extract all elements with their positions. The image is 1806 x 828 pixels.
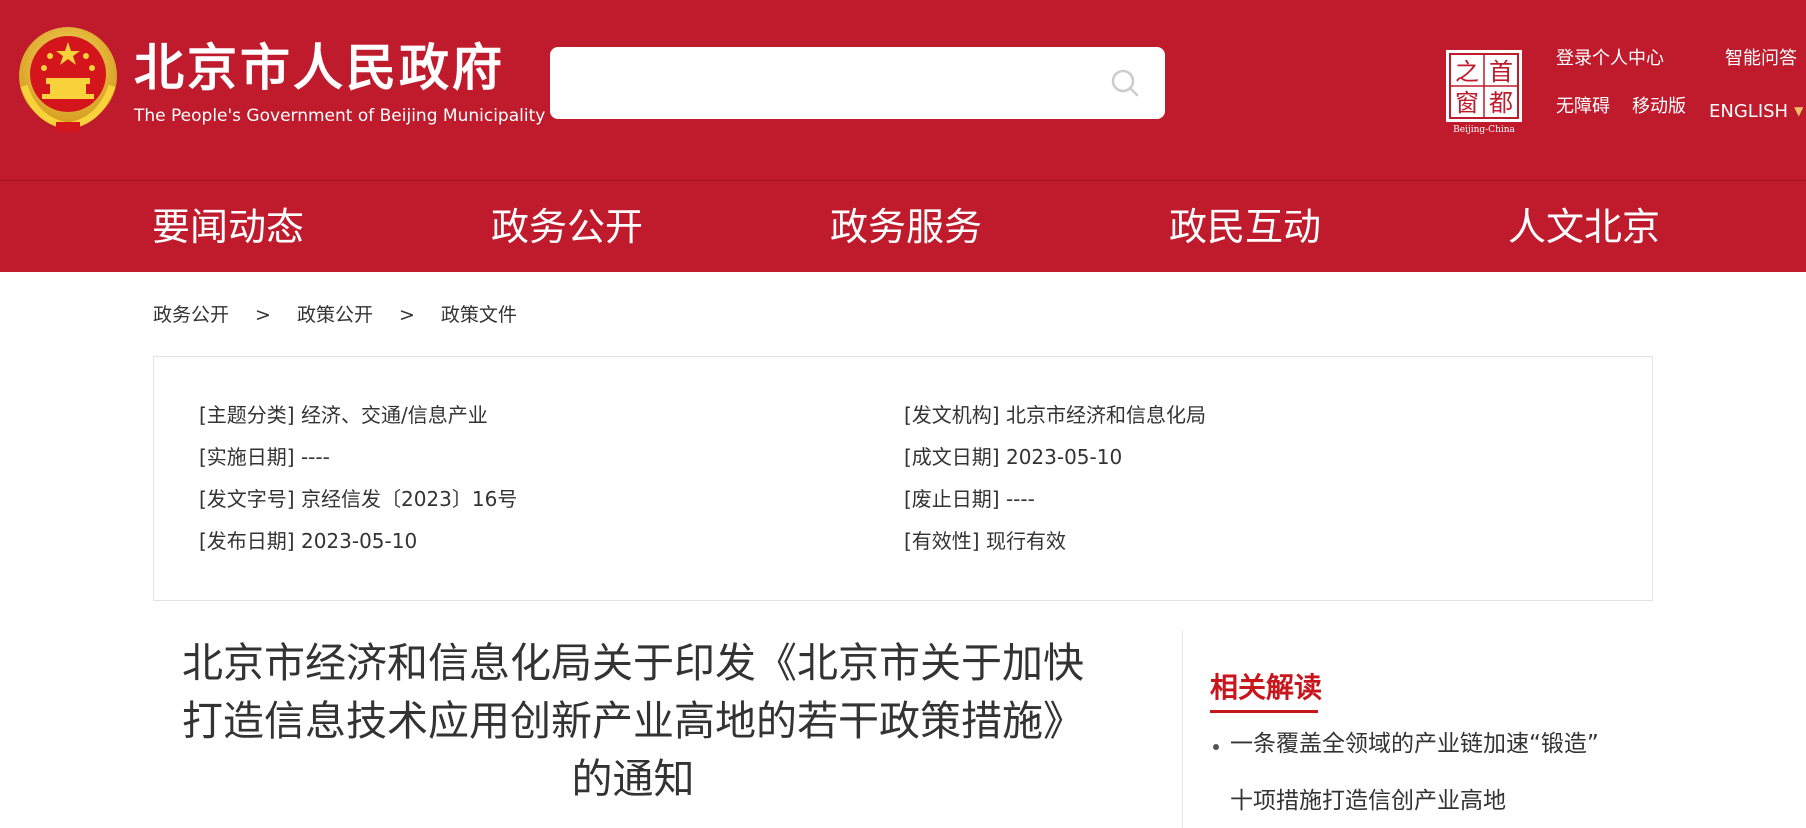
breadcrumb: 政务公开 > 政策公开 > 政策文件 (153, 300, 517, 330)
nav-item-gov-affairs-open[interactable]: 政务公开 (491, 205, 643, 249)
breadcrumb-item[interactable]: 政务公开 (153, 304, 229, 326)
meta-value: 2023-05-10 (1005, 445, 1123, 469)
search-box (550, 47, 1165, 119)
article-title-line: 的通知 (571, 755, 695, 803)
related-interpretation-heading: 相关解读 (1210, 671, 1323, 704)
meta-label: [有效性] (904, 529, 980, 553)
svg-text:都: 都 (1489, 89, 1513, 117)
related-link-continued[interactable]: 十项措施打造信创产业高地 (1230, 785, 1506, 817)
nav-item-news[interactable]: 要闻动态 (152, 205, 304, 249)
national-emblem-icon[interactable] (16, 26, 120, 134)
bullet-icon (1213, 744, 1219, 750)
dropdown-arrow-icon: ▼ (1794, 104, 1804, 118)
article-title-line: 打造信息技术应用创新产业高地的若干政策措施》 (182, 697, 1084, 745)
meta-value: 现行有效 (985, 529, 1066, 553)
breadcrumb-separator: > (398, 304, 415, 326)
site-title[interactable]: 北京市人民政府 (134, 36, 505, 100)
meta-publish-date: [发布日期] 2023-05-10 (199, 527, 417, 555)
site-header: 北京市人民政府 The People's Government of Beiji… (0, 0, 1806, 180)
meta-value: ---- (300, 445, 330, 469)
svg-text:窗: 窗 (1455, 89, 1479, 117)
breadcrumb-item[interactable]: 政策公开 (297, 304, 373, 326)
column-divider (1182, 630, 1183, 828)
meta-value: ---- (1005, 487, 1035, 511)
login-link[interactable]: 登录个人中心 (1556, 47, 1664, 71)
mobile-version-link[interactable]: 移动版 (1632, 95, 1686, 119)
meta-doc-number: [发文字号] 京经信发〔2023〕16号 (199, 485, 517, 513)
meta-label: [主题分类] (199, 403, 295, 427)
nav-item-humanistic-beijing[interactable]: 人文北京 (1508, 205, 1660, 249)
article-title-line: 北京市经济和信息化局关于印发《北京市关于加快 (182, 639, 1084, 687)
site-subtitle: The People's Government of Beijing Munic… (134, 106, 546, 126)
english-label: ENGLISH (1709, 101, 1789, 122)
breadcrumb-item[interactable]: 政策文件 (441, 304, 517, 326)
capital-window-logo[interactable]: 首 之 都 窗 Beijing-China (1444, 48, 1524, 134)
meta-expiry-date: [废止日期] ---- (904, 485, 1035, 513)
article-title: 北京市经济和信息化局关于印发《北京市关于加快 打造信息技术应用创新产业高地的若干… (153, 634, 1113, 808)
english-link[interactable]: ENGLISH ▼ (1709, 99, 1803, 124)
meta-label: [发文机构] (904, 403, 1000, 427)
meta-written-date: [成文日期] 2023-05-10 (904, 443, 1122, 471)
heading-underline (1210, 710, 1318, 713)
svg-text:之: 之 (1455, 58, 1479, 86)
accessibility-link[interactable]: 无障碍 (1556, 95, 1610, 119)
svg-text:Beijing-China: Beijing-China (1453, 125, 1515, 134)
meta-label: [发布日期] (199, 529, 295, 553)
document-metadata-panel: [主题分类] 经济、交通/信息产业 [发文机构] 北京市经济和信息化局 [实施日… (153, 356, 1653, 601)
meta-effective-date: [实施日期] ---- (199, 443, 330, 471)
meta-value: 北京市经济和信息化局 (1005, 403, 1206, 427)
breadcrumb-separator: > (255, 304, 271, 326)
meta-value: 经济、交通/信息产业 (300, 403, 488, 427)
nav-item-interaction[interactable]: 政民互动 (1169, 205, 1321, 249)
main-nav: 要闻动态 政务公开 政务服务 政民互动 人文北京 (0, 180, 1806, 272)
related-link[interactable]: 一条覆盖全领域的产业链加速“锻造” (1230, 728, 1599, 760)
search-input[interactable] (568, 61, 1088, 105)
meta-label: [废止日期] (904, 487, 1000, 511)
meta-topic: [主题分类] 经济、交通/信息产业 (199, 401, 488, 429)
nav-item-gov-services[interactable]: 政务服务 (830, 205, 982, 249)
meta-value: 2023-05-10 (300, 529, 418, 553)
meta-validity: [有效性] 现行有效 (904, 527, 1066, 555)
smart-qa-link[interactable]: 智能问答 (1725, 47, 1797, 71)
meta-issuer: [发文机构] 北京市经济和信息化局 (904, 401, 1206, 429)
meta-label: [成文日期] (904, 445, 1000, 469)
search-icon[interactable] (1109, 67, 1141, 99)
meta-value: 京经信发〔2023〕16号 (300, 487, 518, 511)
meta-label: [实施日期] (199, 445, 295, 469)
meta-label: [发文字号] (199, 487, 295, 511)
svg-text:首: 首 (1489, 58, 1513, 86)
